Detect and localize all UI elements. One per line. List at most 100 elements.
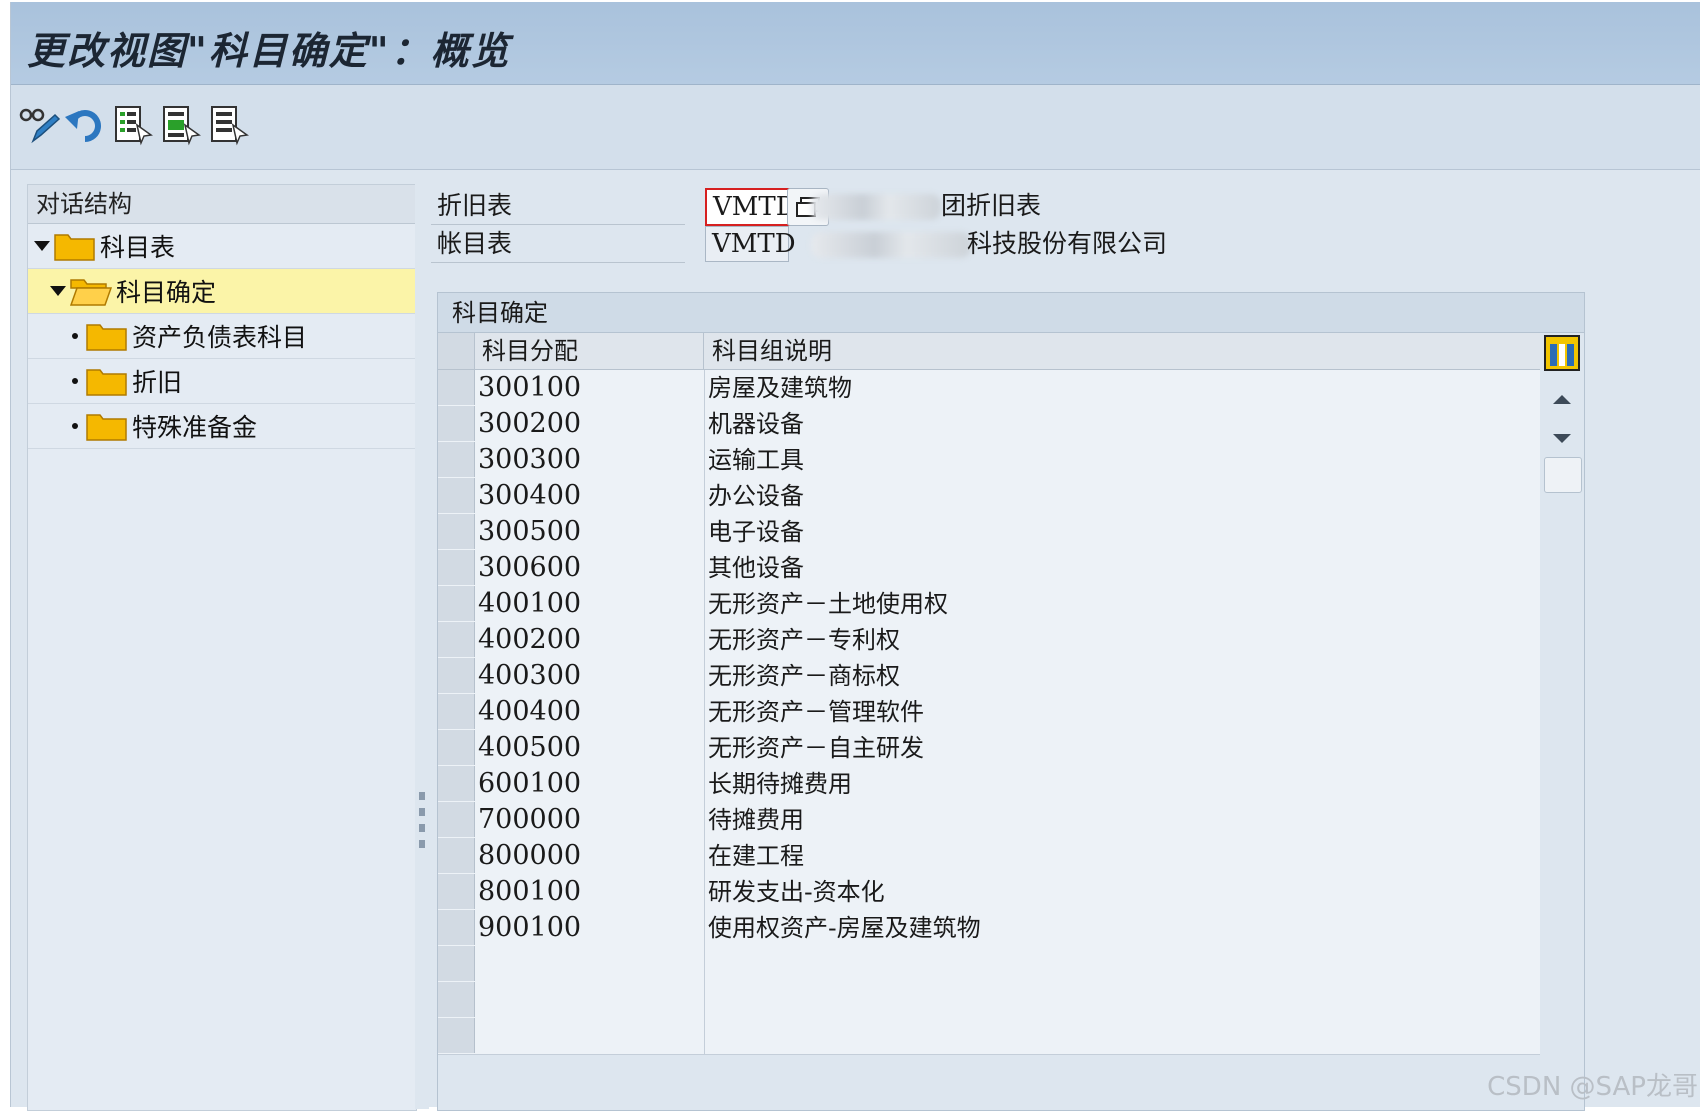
cell-account-assignment[interactable]: 300300	[476, 442, 705, 478]
cell-account-group-description[interactable]: 在建工程	[706, 838, 1538, 874]
cell-account-assignment[interactable]: 300600	[476, 550, 705, 586]
cell-account-assignment[interactable]: 800000	[476, 838, 705, 874]
cell-account-group-description[interactable]: 研发支出-资本化	[706, 874, 1538, 910]
table-row: 800000 在建工程	[438, 838, 1540, 875]
row-selector[interactable]	[438, 478, 475, 513]
cell-account-group-description[interactable]: 房屋及建筑物	[706, 370, 1538, 406]
cell-account-assignment[interactable]: 900100	[476, 910, 705, 946]
collapse-triangle-icon[interactable]	[50, 286, 66, 296]
tree-node-account-determination[interactable]: 科目确定	[28, 269, 416, 314]
row-selector[interactable]	[438, 730, 475, 765]
field-depreciation-table: 折旧表 VMTD 团折旧表	[431, 188, 1551, 226]
chart-of-accounts-value: VMTD	[705, 226, 796, 262]
table-row: 400400 无形资产－管理软件	[438, 694, 1540, 731]
tree-node-balance-sheet-accounts[interactable]: 资产负债表科目	[28, 314, 416, 359]
cell-account-group-description[interactable]: 电子设备	[706, 514, 1538, 550]
cell-account-assignment[interactable]: 400300	[476, 658, 705, 694]
table-header: 科目分配 科目组说明	[438, 333, 1540, 370]
cell-account-group-description[interactable]: 无形资产－自主研发	[706, 730, 1538, 766]
cell-account-assignment[interactable]: 300500	[476, 514, 705, 550]
application-toolbar	[11, 85, 1700, 170]
row-selector[interactable]	[438, 694, 475, 729]
splitter-grip-icon	[419, 824, 425, 832]
depreciation-table-label: 折旧表	[431, 188, 685, 225]
cell-account-group-description[interactable]	[706, 1018, 1538, 1054]
cell-account-group-description[interactable]: 待摊费用	[706, 802, 1538, 838]
cell-account-assignment[interactable]: 300200	[476, 406, 705, 442]
dialog-structure-panel: 对话结构 科目表 科目确定 资产负债表科目 折旧 特殊准备金	[27, 184, 417, 1111]
cell-account-assignment[interactable]	[476, 982, 705, 1018]
row-selector[interactable]	[438, 370, 475, 405]
cell-account-group-description[interactable]: 其他设备	[706, 550, 1538, 586]
row-selector[interactable]	[438, 658, 475, 693]
table-vertical-scrollbar[interactable]	[1542, 333, 1582, 1109]
row-selector[interactable]	[438, 550, 475, 585]
cell-account-group-description[interactable]: 无形资产－管理软件	[706, 694, 1538, 730]
cell-account-assignment[interactable]: 400100	[476, 586, 705, 622]
cell-account-group-description[interactable]: 使用权资产-房屋及建筑物	[706, 910, 1538, 946]
tree-node-special-reserves[interactable]: 特殊准备金	[28, 404, 416, 449]
column-settings-button[interactable]	[1542, 333, 1582, 373]
row-selector[interactable]	[438, 622, 475, 657]
row-selector[interactable]	[438, 586, 475, 621]
row-selector[interactable]	[438, 1018, 475, 1053]
splitter-grip-icon	[419, 808, 425, 816]
row-selector[interactable]	[438, 982, 475, 1017]
scroll-up-button[interactable]	[1542, 379, 1582, 419]
tree-node-chart-of-accounts[interactable]: 科目表	[28, 224, 416, 269]
cell-account-assignment[interactable]: 600100	[476, 766, 705, 802]
undo-button[interactable]	[63, 103, 107, 147]
select-all-rows-button[interactable]	[438, 333, 475, 369]
select-block-button[interactable]	[159, 103, 203, 147]
folder-icon	[54, 234, 95, 261]
cell-account-assignment[interactable]: 300100	[476, 370, 705, 406]
row-selector[interactable]	[438, 946, 475, 981]
tree-node-depreciation[interactable]: 折旧	[28, 359, 416, 404]
cell-account-group-description[interactable]: 无形资产－专利权	[706, 622, 1538, 658]
row-selector[interactable]	[438, 406, 475, 441]
select-all-button[interactable]	[111, 103, 155, 147]
cell-account-assignment[interactable]	[476, 1018, 705, 1054]
row-selector[interactable]	[438, 802, 475, 837]
cell-account-group-description[interactable]: 无形资产－商标权	[706, 658, 1538, 694]
folder-open-icon	[70, 279, 112, 306]
cell-account-assignment[interactable]: 800100	[476, 874, 705, 910]
cell-account-assignment[interactable]: 400400	[476, 694, 705, 730]
redacted-area	[811, 232, 971, 258]
cell-account-group-description[interactable]: 无形资产－土地使用权	[706, 586, 1538, 622]
cell-account-group-description[interactable]	[706, 982, 1538, 1018]
row-selector[interactable]	[438, 442, 475, 477]
cell-account-group-description[interactable]	[706, 946, 1538, 982]
cell-account-assignment[interactable]: 400500	[476, 730, 705, 766]
table-row: 300200 机器设备	[438, 406, 1540, 443]
scroll-thumb[interactable]	[1544, 457, 1582, 493]
row-selector[interactable]	[438, 514, 475, 549]
table-row: 300500 电子设备	[438, 514, 1540, 551]
row-selector[interactable]	[438, 874, 475, 909]
title-bar: 更改视图"科目确定"：概览	[11, 2, 1700, 85]
depreciation-table-input[interactable]: VMTD	[705, 188, 797, 226]
cell-account-group-description[interactable]: 长期待摊费用	[706, 766, 1538, 802]
display-change-button[interactable]	[17, 103, 61, 147]
column-header-account-group-description[interactable]: 科目组说明	[706, 333, 1540, 369]
deselect-all-button[interactable]	[207, 103, 251, 147]
table-row: 300300 运输工具	[438, 442, 1540, 479]
panel-splitter[interactable]	[415, 184, 429, 1109]
row-selector[interactable]	[438, 766, 475, 801]
cell-account-group-description[interactable]: 运输工具	[706, 442, 1538, 478]
tree-node-label: 折旧	[132, 368, 183, 397]
column-header-account-assignment[interactable]: 科目分配	[476, 333, 704, 369]
row-selector[interactable]	[438, 838, 475, 873]
row-selector[interactable]	[438, 910, 475, 945]
cell-account-group-description[interactable]: 办公设备	[706, 478, 1538, 514]
cell-account-assignment[interactable]: 400200	[476, 622, 705, 658]
collapse-triangle-icon[interactable]	[34, 241, 50, 251]
glasses-pencil-icon	[19, 108, 61, 144]
cell-account-assignment[interactable]	[476, 946, 705, 982]
chevron-down-icon	[1553, 434, 1571, 443]
table-title: 科目确定	[438, 293, 1584, 333]
scroll-down-button[interactable]	[1542, 419, 1582, 459]
cell-account-assignment[interactable]: 300400	[476, 478, 705, 514]
cell-account-assignment[interactable]: 700000	[476, 802, 705, 838]
cell-account-group-description[interactable]: 机器设备	[706, 406, 1538, 442]
